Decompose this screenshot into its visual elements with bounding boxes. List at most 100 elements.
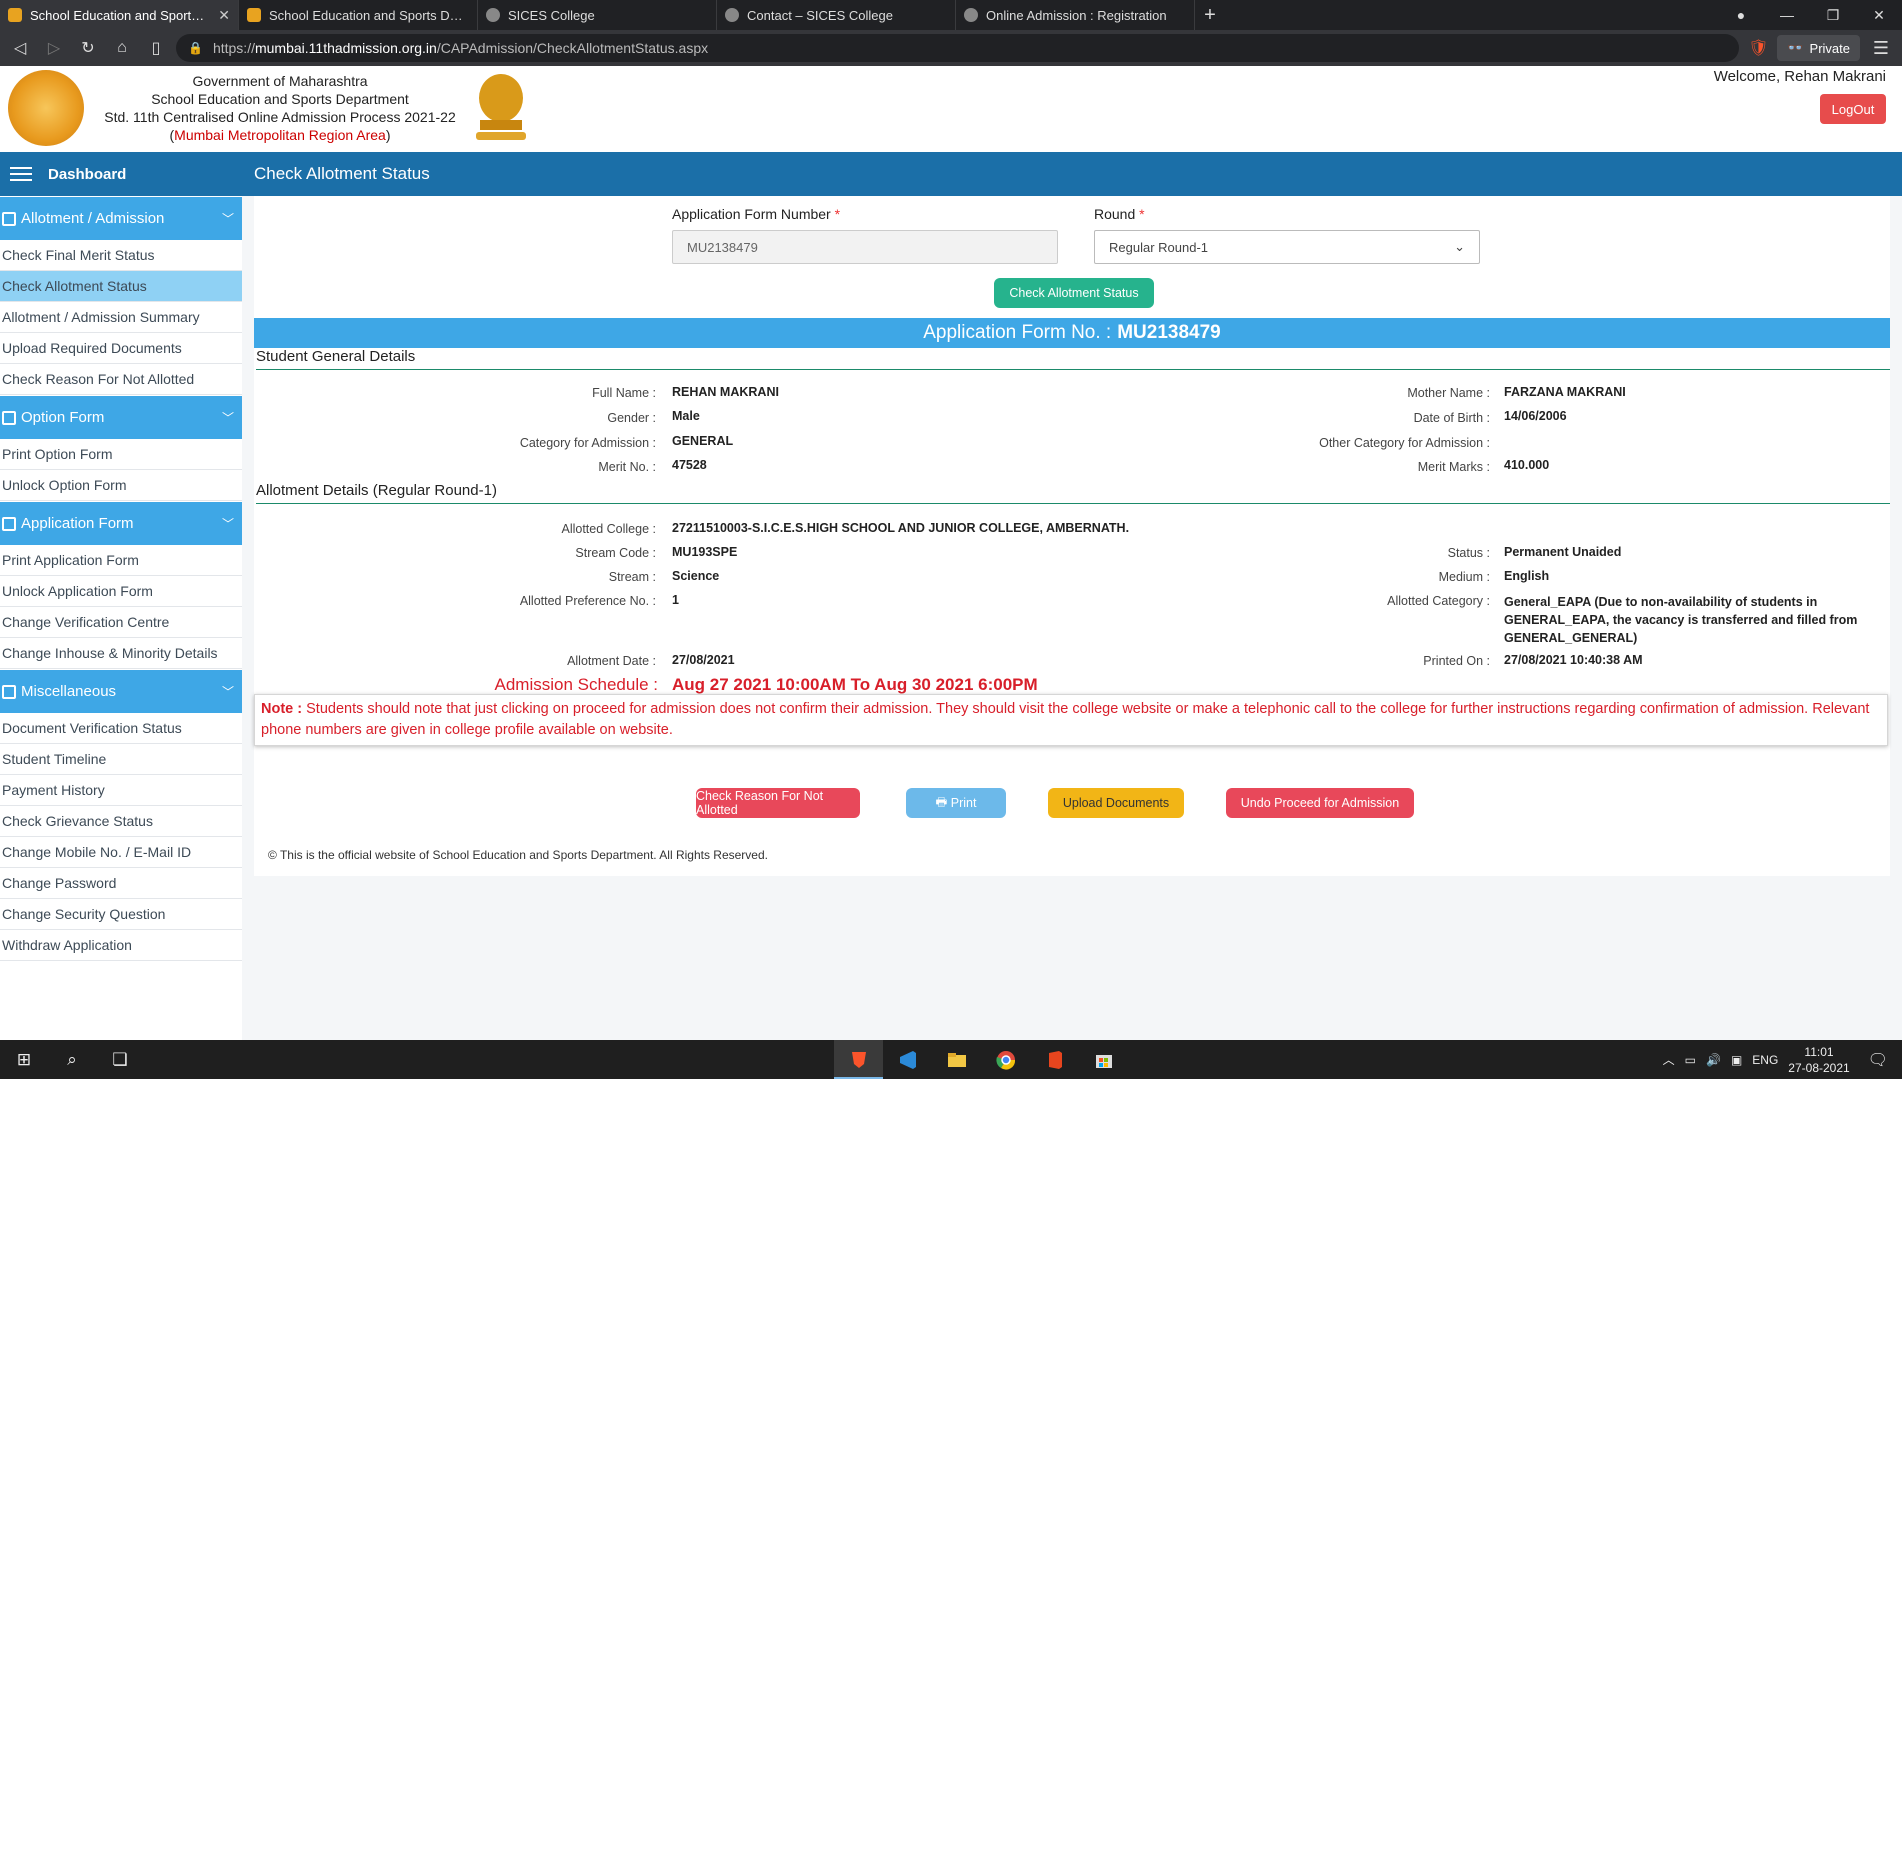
- windows-start-icon[interactable]: ⊞: [0, 1040, 48, 1079]
- merit-marks-label: Merit Marks :: [1417, 460, 1490, 474]
- brave-shields-icon[interactable]: 🛡: [1745, 35, 1771, 61]
- section-student-general: Student General Details: [256, 348, 1890, 370]
- tab-label: Contact – SICES College: [747, 7, 893, 23]
- search-icon[interactable]: ⌕: [48, 1040, 96, 1079]
- gender-label: Gender :: [607, 411, 656, 425]
- close-window-icon[interactable]: ✕: [1856, 7, 1902, 24]
- tab-label: School Education and Sports Dep: [30, 7, 211, 23]
- dashboard-label: Dashboard: [48, 165, 127, 183]
- bookmark-icon[interactable]: ▯: [142, 34, 170, 62]
- new-tab-button[interactable]: +: [1195, 0, 1225, 30]
- file-explorer-icon[interactable]: [932, 1040, 981, 1079]
- round-select[interactable]: Regular Round-1 ⌄: [1094, 230, 1480, 264]
- brave-browser-icon[interactable]: [834, 1040, 883, 1079]
- tab-label: School Education and Sports Departm: [269, 7, 469, 23]
- application-number-input[interactable]: MU2138479: [672, 230, 1058, 264]
- chrome-icon[interactable]: [981, 1040, 1030, 1079]
- vscode-icon[interactable]: [883, 1040, 932, 1079]
- section-icon: [2, 516, 16, 531]
- minimize-icon[interactable]: —: [1764, 7, 1810, 23]
- main-content: Check Allotment Status Application Form …: [242, 152, 1902, 1040]
- sidebar-item-change-verification-centre[interactable]: Change Verification Centre: [0, 607, 242, 638]
- sidebar-item-document-verification-status[interactable]: Document Verification Status: [0, 713, 242, 744]
- sidebar-item-print-application-form[interactable]: Print Application Form: [0, 545, 242, 576]
- header-line: Std. 11th Centralised Online Admission P…: [104, 109, 456, 125]
- tab-label: Online Admission : Registration: [986, 7, 1167, 23]
- sidebar-section-application-form[interactable]: Application Form ﹀: [0, 501, 242, 545]
- region-line: (Mumbai Metropolitan Region Area): [169, 127, 391, 143]
- battery-icon[interactable]: ▭: [1685, 1053, 1696, 1067]
- sidebar-item-student-timeline[interactable]: Student Timeline: [0, 744, 242, 775]
- chevron-up-icon[interactable]: ︿: [1663, 1051, 1675, 1068]
- chevron-down-icon: ﹀: [221, 411, 234, 425]
- section-title: Application Form: [21, 515, 134, 532]
- sidebar-dashboard[interactable]: Dashboard: [0, 152, 242, 196]
- task-view-icon[interactable]: ❏: [96, 1040, 144, 1079]
- language-indicator[interactable]: ENG: [1752, 1053, 1778, 1067]
- medium-label: Medium :: [1438, 570, 1490, 584]
- sidebar-item-check-allotment-status[interactable]: Check Allotment Status: [0, 271, 242, 302]
- browser-tab[interactable]: Online Admission : Registration: [956, 0, 1195, 30]
- private-window-badge[interactable]: 👓 Private: [1777, 35, 1860, 61]
- sidebar-section-option-form[interactable]: Option Form ﹀: [0, 395, 242, 439]
- check-allotment-status-button[interactable]: Check Allotment Status: [994, 278, 1154, 308]
- sidebar-item-unlock-option-form[interactable]: Unlock Option Form: [0, 470, 242, 501]
- sidebar-item-reason-not-allotted[interactable]: Check Reason For Not Allotted: [0, 364, 242, 395]
- window-controls: ● — ❐ ✕: [1718, 0, 1902, 30]
- sidebar-item-change-mobile-email[interactable]: Change Mobile No. / E-Mail ID: [0, 837, 242, 868]
- stream-value: Science: [672, 569, 720, 583]
- store-icon[interactable]: [1079, 1040, 1128, 1079]
- section-title: Option Form: [21, 409, 105, 426]
- close-tab-icon[interactable]: ✕: [218, 7, 230, 24]
- sidebar-item-payment-history[interactable]: Payment History: [0, 775, 242, 806]
- undo-proceed-button[interactable]: Undo Proceed for Admission: [1226, 788, 1414, 818]
- sidebar-item-change-security-question[interactable]: Change Security Question: [0, 899, 242, 930]
- sidebar-item-withdraw-application[interactable]: Withdraw Application: [0, 930, 242, 961]
- header-line: Government of Maharashtra: [192, 73, 368, 89]
- upload-documents-button[interactable]: Upload Documents: [1048, 788, 1184, 818]
- merit-no-value: 47528: [672, 458, 707, 472]
- sidebar-item-grievance-status[interactable]: Check Grievance Status: [0, 806, 242, 837]
- check-reason-not-allotted-button[interactable]: Check Reason For Not Allotted: [696, 788, 860, 818]
- home-icon[interactable]: ⌂: [108, 34, 136, 62]
- forward-icon[interactable]: ▷: [40, 34, 68, 62]
- sidebar-section-miscellaneous[interactable]: Miscellaneous ﹀: [0, 669, 242, 713]
- address-bar[interactable]: 🔒 https://mumbai.11thadmission.org.in/CA…: [176, 34, 1740, 62]
- browser-tab[interactable]: Contact – SICES College: [717, 0, 956, 30]
- stream-code-value: MU193SPE: [672, 545, 738, 559]
- medium-value: English: [1504, 569, 1550, 583]
- notification-icon[interactable]: 🗨: [1868, 1050, 1888, 1070]
- back-icon[interactable]: ◁: [6, 34, 34, 62]
- sidebar-item-print-option-form[interactable]: Print Option Form: [0, 439, 242, 470]
- browser-tab[interactable]: School Education and Sports Departm: [239, 0, 478, 30]
- sidebar-item-check-final-merit[interactable]: Check Final Merit Status: [0, 240, 242, 271]
- browser-tab[interactable]: School Education and Sports Dep ✕: [0, 0, 239, 30]
- chevron-down-icon: ⌄: [1454, 239, 1465, 254]
- sidebar-item-upload-documents[interactable]: Upload Required Documents: [0, 333, 242, 364]
- site-header: Government of Maharashtra School Educati…: [0, 66, 1902, 152]
- hamburger-icon[interactable]: [10, 167, 32, 181]
- gender-value: Male: [672, 409, 700, 423]
- browser-menu-icon[interactable]: ☰: [1866, 38, 1896, 59]
- clock[interactable]: 11:01 27-08-2021: [1788, 1044, 1849, 1076]
- reload-icon[interactable]: ↻: [74, 34, 102, 62]
- lock-icon: 🔒: [188, 41, 203, 55]
- sidebar-item-unlock-application-form[interactable]: Unlock Application Form: [0, 576, 242, 607]
- section-title: Miscellaneous: [21, 683, 117, 700]
- logout-button[interactable]: LogOut: [1820, 94, 1886, 124]
- network-icon[interactable]: ▣: [1731, 1053, 1742, 1067]
- office-icon[interactable]: [1030, 1040, 1079, 1079]
- print-button[interactable]: 🖶 Print: [906, 788, 1006, 818]
- volume-icon[interactable]: 🔊: [1706, 1053, 1721, 1067]
- sidebar-item-change-password[interactable]: Change Password: [0, 868, 242, 899]
- restore-icon[interactable]: ❐: [1810, 7, 1856, 24]
- globe-icon: [486, 8, 500, 22]
- sidebar-item-allotment-summary[interactable]: Allotment / Admission Summary: [0, 302, 242, 333]
- tab-search-icon[interactable]: ●: [1718, 7, 1764, 23]
- sidebar-item-change-inhouse-minority[interactable]: Change Inhouse & Minority Details: [0, 638, 242, 669]
- dob-value: 14/06/2006: [1504, 409, 1567, 423]
- sidebar-section-allotment[interactable]: Allotment / Admission ﹀: [0, 196, 242, 240]
- browser-tab[interactable]: SICES College: [478, 0, 717, 30]
- url-text: https://mumbai.11thadmission.org.in/CAPA…: [212, 40, 709, 56]
- allotted-college-label: Allotted College :: [561, 522, 656, 536]
